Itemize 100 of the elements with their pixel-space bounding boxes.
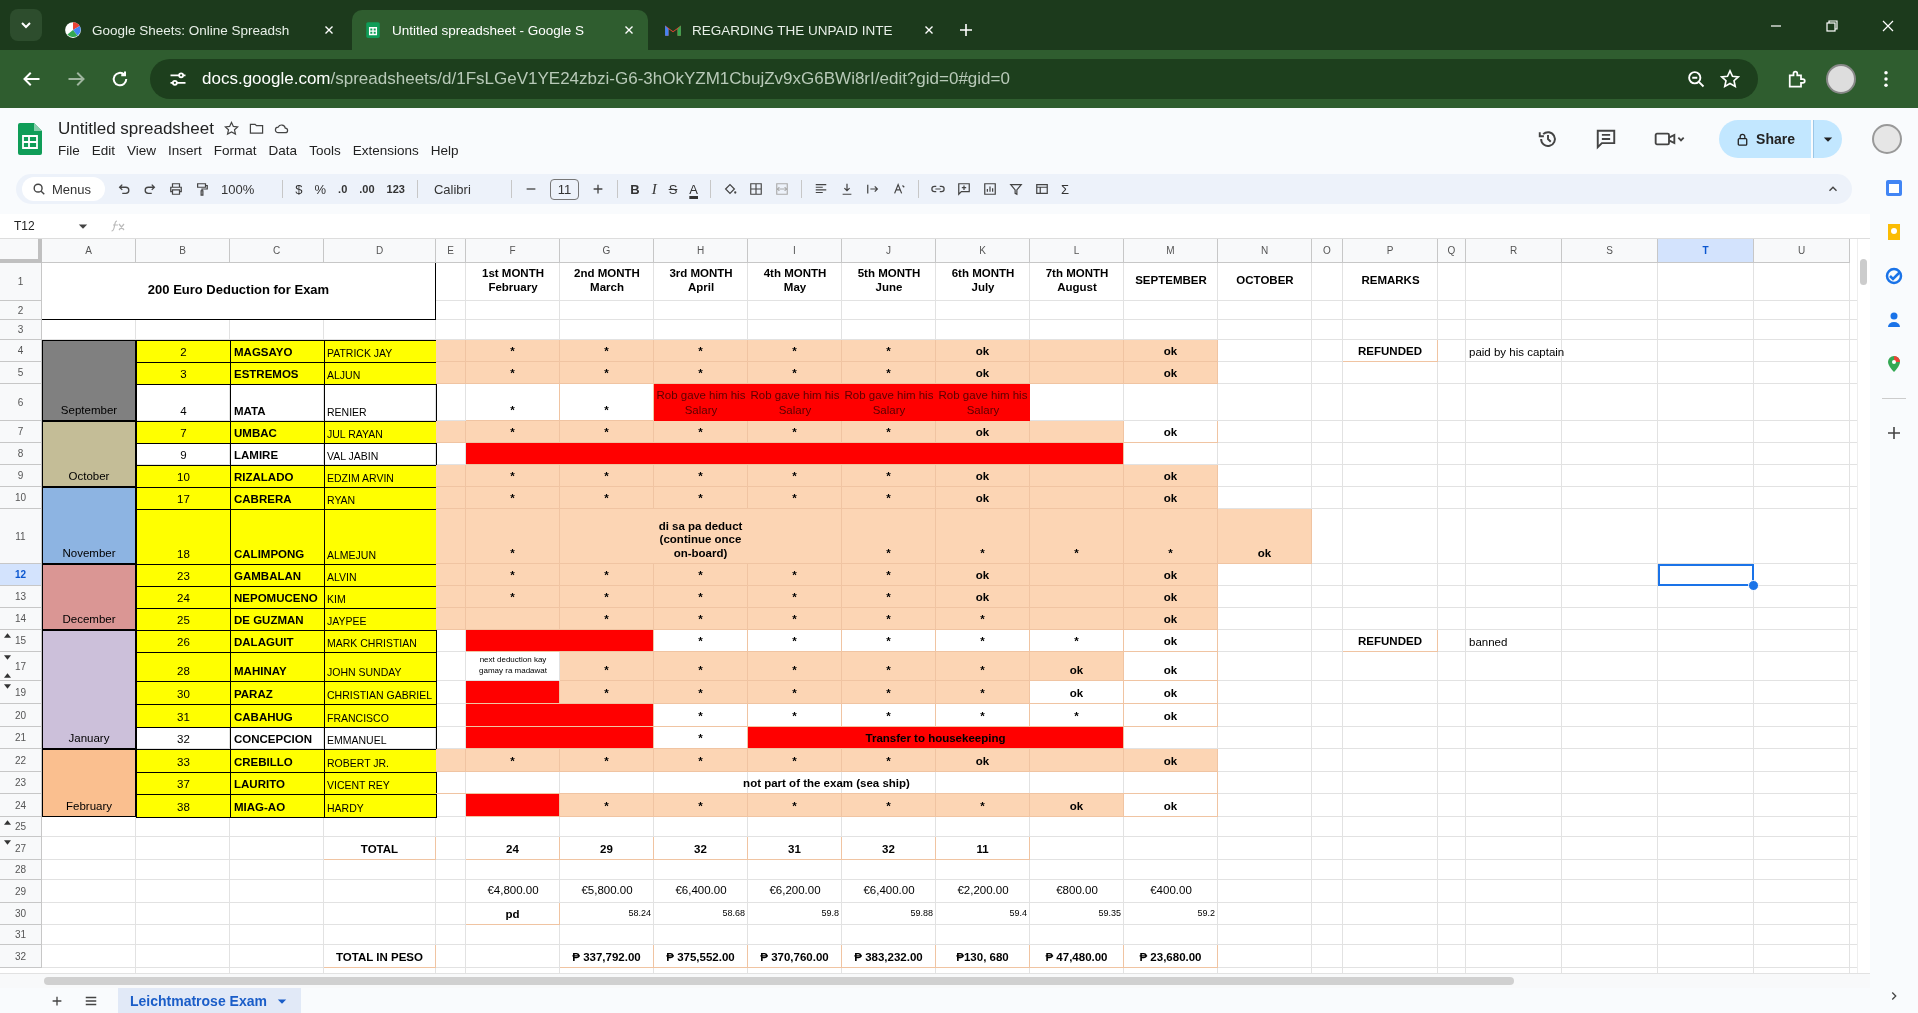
- strikethrough-button[interactable]: S: [668, 181, 678, 197]
- up-triangle-icon[interactable]: [4, 633, 11, 638]
- align-bottom-icon[interactable]: [840, 182, 854, 196]
- folder-icon[interactable]: [248, 121, 264, 136]
- text-wrap-icon[interactable]: [866, 182, 880, 196]
- increase-decimals-button[interactable]: .00: [359, 183, 375, 195]
- new-tab-icon[interactable]: [958, 22, 974, 38]
- column-header[interactable]: Q: [1438, 239, 1466, 263]
- row-header[interactable]: 11: [0, 509, 42, 564]
- column-header[interactable]: J: [842, 239, 936, 263]
- down-triangle-icon[interactable]: [4, 684, 11, 689]
- print-icon[interactable]: [169, 182, 184, 196]
- chart-icon[interactable]: [983, 182, 997, 196]
- percent-format-button[interactable]: %: [314, 181, 327, 197]
- menu-item[interactable]: Format: [213, 140, 263, 160]
- zoom-icon[interactable]: [1686, 69, 1706, 89]
- menu-item[interactable]: Edit: [91, 140, 122, 160]
- row-header[interactable]: 8: [0, 443, 42, 465]
- paint-roller-icon[interactable]: [195, 182, 210, 196]
- row-header[interactable]: 29: [0, 880, 42, 903]
- menu-item[interactable]: Extensions: [352, 140, 425, 160]
- row-header[interactable]: 3: [0, 320, 42, 340]
- profile-avatar[interactable]: [1872, 124, 1902, 154]
- column-header[interactable]: R: [1466, 239, 1562, 263]
- column-header[interactable]: N: [1218, 239, 1312, 263]
- calendar-icon[interactable]: [1884, 178, 1904, 198]
- row-header[interactable]: 15: [0, 630, 42, 652]
- column-header[interactable]: A: [42, 239, 136, 263]
- site-settings-icon[interactable]: [168, 69, 188, 89]
- undo-icon[interactable]: [117, 182, 132, 196]
- redo-icon[interactable]: [143, 182, 158, 196]
- align-left-icon[interactable]: [814, 182, 828, 196]
- row-header[interactable]: 6: [0, 384, 42, 421]
- text-color-button[interactable]: A: [689, 181, 698, 197]
- zoom-dropdown[interactable]: 100%: [221, 181, 271, 197]
- name-box[interactable]: T12: [14, 219, 66, 233]
- menu-item[interactable]: File: [58, 140, 86, 160]
- address-field[interactable]: docs.google.com/spreadsheets/d/1FsLGeV1YE24zbzi-G6-3hOkYZM1CbujZv9xG6BWi8rI/edit?gid=0#gid=0: [150, 59, 1758, 99]
- column-header[interactable]: U: [1754, 239, 1850, 263]
- row-header[interactable]: 12: [0, 564, 42, 586]
- row-header[interactable]: 32: [0, 945, 42, 968]
- column-header[interactable]: I: [748, 239, 842, 263]
- horizontal-scrollbar[interactable]: [0, 973, 1870, 988]
- column-header[interactable]: T: [1658, 239, 1754, 263]
- row-header[interactable]: 13: [0, 586, 42, 608]
- row-header[interactable]: 21: [0, 727, 42, 749]
- row-header[interactable]: 20: [0, 704, 42, 727]
- row-header[interactable]: 14: [0, 608, 42, 630]
- column-header[interactable]: E: [436, 239, 466, 263]
- column-header[interactable]: M: [1124, 239, 1218, 263]
- browser-tab[interactable]: Untitled spreadsheet - Google S: [352, 10, 648, 50]
- row-header[interactable]: 30: [0, 903, 42, 925]
- row-header[interactable]: 2: [0, 301, 42, 320]
- check-circle-icon[interactable]: [1884, 266, 1904, 286]
- row-header[interactable]: 31: [0, 925, 42, 945]
- row-header[interactable]: 4: [0, 340, 42, 362]
- tab-search-button[interactable]: [10, 9, 42, 41]
- fill-handle[interactable]: [1748, 580, 1759, 591]
- sum-button[interactable]: Σ: [1061, 181, 1070, 197]
- menu-item[interactable]: Tools: [309, 140, 347, 160]
- merge-cells-icon[interactable]: [775, 182, 789, 196]
- column-header[interactable]: G: [560, 239, 654, 263]
- sheet-tab[interactable]: Leichtmatrose Exam: [118, 988, 301, 1013]
- row-header[interactable]: 7: [0, 421, 42, 443]
- comment-icon[interactable]: [1595, 128, 1618, 150]
- row-header[interactable]: 1: [0, 263, 42, 301]
- add-comment-icon[interactable]: [957, 182, 971, 196]
- font-size-field[interactable]: 11: [549, 178, 580, 200]
- profile-avatar[interactable]: [1826, 64, 1856, 94]
- spreadsheet-icon[interactable]: [18, 123, 42, 155]
- browser-tab[interactable]: Google Sheets: Online Spreadsh: [52, 10, 348, 50]
- column-header[interactable]: H: [654, 239, 748, 263]
- up-triangle-icon[interactable]: [4, 673, 11, 678]
- down-triangle-icon[interactable]: [4, 840, 11, 845]
- column-header[interactable]: P: [1343, 239, 1438, 263]
- menu-search-field[interactable]: Menus: [22, 177, 106, 201]
- column-header[interactable]: K: [936, 239, 1030, 263]
- row-header[interactable]: 22: [0, 749, 42, 772]
- restore-icon[interactable]: [1824, 18, 1840, 34]
- text-rotation-icon[interactable]: [892, 182, 906, 196]
- row-header[interactable]: 17: [0, 652, 42, 681]
- table-icon[interactable]: [1035, 182, 1049, 196]
- menu-item[interactable]: View: [127, 140, 163, 160]
- row-header[interactable]: 25: [0, 817, 42, 837]
- reload-icon[interactable]: [110, 69, 130, 89]
- selected-cell[interactable]: [1658, 564, 1754, 586]
- paint-bucket-icon[interactable]: [723, 182, 737, 196]
- column-header[interactable]: S: [1562, 239, 1658, 263]
- menu-item[interactable]: Insert: [168, 140, 208, 160]
- star-icon[interactable]: [223, 121, 239, 136]
- column-header[interactable]: O: [1312, 239, 1343, 263]
- browser-tab[interactable]: REGARDING THE UNPAID INTE: [652, 10, 948, 50]
- row-header[interactable]: 10: [0, 487, 42, 509]
- cloud-icon[interactable]: [273, 121, 289, 136]
- row-header[interactable]: 19: [0, 681, 42, 704]
- column-header[interactable]: L: [1030, 239, 1124, 263]
- menu-item[interactable]: Help: [430, 140, 465, 160]
- row-header[interactable]: 5: [0, 362, 42, 384]
- row-header[interactable]: 27: [0, 837, 42, 860]
- currency-format-button[interactable]: $: [295, 181, 303, 197]
